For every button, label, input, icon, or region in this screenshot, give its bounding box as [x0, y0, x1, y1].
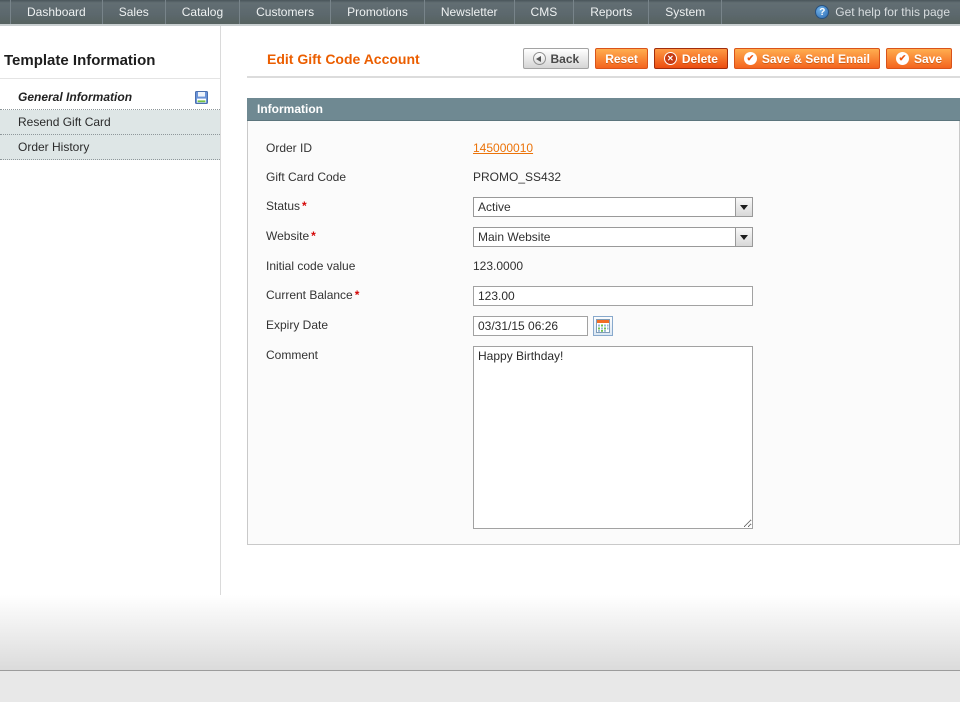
chevron-down-icon [735, 198, 752, 216]
check-circle-icon: ✔ [896, 52, 909, 65]
gift-card-code-label: Gift Card Code [266, 168, 473, 187]
nav-item-sales[interactable]: Sales [103, 0, 166, 24]
website-select[interactable]: Main Website [473, 227, 753, 247]
form-row-status: Status* Active [266, 197, 959, 217]
calendar-picker-button[interactable] [593, 316, 613, 336]
website-label: Website* [266, 227, 473, 247]
page-bottom-gradient [0, 595, 960, 670]
chevron-down-icon [735, 228, 752, 246]
nav-item-catalog[interactable]: Catalog [166, 0, 240, 24]
information-panel-header: Information [247, 98, 960, 121]
nav-item-dashboard[interactable]: Dashboard [10, 0, 103, 24]
required-marker: * [311, 229, 316, 243]
label-text: Gift Card Code [266, 170, 346, 184]
sidebar-item-label: Order History [18, 140, 89, 154]
calendar-icon [596, 319, 610, 333]
website-selected-value: Main Website [474, 228, 735, 246]
label-text: Expiry Date [266, 318, 328, 332]
information-fieldset: Order ID 145000010 Gift Card Code PROMO_… [247, 121, 960, 545]
floppy-save-icon [195, 91, 208, 104]
sidebar-item-general-information[interactable]: General Information [0, 85, 220, 110]
sidebar-item-label: Resend Gift Card [18, 115, 111, 129]
delete-button[interactable]: ✕ Delete [654, 48, 728, 69]
form-row-website: Website* Main Website [266, 227, 959, 247]
label-text: Status [266, 199, 300, 213]
main-content: Edit Gift Code Account Back Reset ✕ Dele… [221, 26, 960, 595]
label-text: Order ID [266, 141, 312, 155]
current-balance-input[interactable] [473, 286, 753, 306]
nav-item-cms[interactable]: CMS [515, 0, 575, 24]
expiry-date-input[interactable] [473, 316, 588, 336]
form-row-initial-code-value: Initial code value 123.0000 [266, 257, 959, 276]
check-circle-icon: ✔ [744, 52, 757, 65]
sidebar-item-label: General Information [18, 90, 132, 104]
expiry-date-label: Expiry Date [266, 316, 473, 336]
nav-item-customers[interactable]: Customers [240, 0, 331, 24]
save-button[interactable]: ✔ Save [886, 48, 952, 69]
status-select[interactable]: Active [473, 197, 753, 217]
gift-card-code-value: PROMO_SS432 [473, 168, 561, 187]
help-label: Get help for this page [835, 5, 950, 19]
help-link[interactable]: ? Get help for this page [815, 0, 950, 24]
footer-bar [0, 670, 960, 702]
comment-label: Comment [266, 346, 473, 529]
delete-x-icon: ✕ [664, 52, 677, 65]
order-id-label: Order ID [266, 139, 473, 158]
save-and-send-email-button[interactable]: ✔ Save & Send Email [734, 48, 880, 69]
sidebar-item-resend-gift-card[interactable]: Resend Gift Card [0, 110, 220, 135]
label-text: Comment [266, 348, 318, 362]
reset-button[interactable]: Reset [595, 48, 648, 69]
status-label: Status* [266, 197, 473, 217]
required-marker: * [355, 288, 360, 302]
nav-item-system[interactable]: System [649, 0, 722, 24]
nav-menu: Dashboard Sales Catalog Customers Promot… [0, 0, 722, 24]
nav-item-reports[interactable]: Reports [574, 0, 649, 24]
information-panel: Information Order ID 145000010 Gift Card… [247, 98, 960, 545]
action-buttons: Back Reset ✕ Delete ✔ Save & Send Email … [523, 48, 952, 69]
current-balance-label: Current Balance* [266, 286, 473, 306]
back-button-label: Back [551, 52, 580, 66]
back-button[interactable]: Back [523, 48, 590, 69]
nav-item-newsletter[interactable]: Newsletter [425, 0, 515, 24]
back-arrow-icon [533, 52, 546, 65]
label-text: Current Balance [266, 288, 353, 302]
content-header: Edit Gift Code Account Back Reset ✕ Dele… [247, 48, 960, 78]
comment-textarea[interactable]: Happy Birthday! [473, 346, 753, 529]
form-row-order-id: Order ID 145000010 [266, 139, 959, 158]
top-nav-bar: Dashboard Sales Catalog Customers Promot… [0, 0, 960, 26]
sidebar: Template Information General Information… [0, 26, 221, 595]
initial-code-value: 123.0000 [473, 257, 523, 276]
nav-item-promotions[interactable]: Promotions [331, 0, 425, 24]
form-row-gift-card-code: Gift Card Code PROMO_SS432 [266, 168, 959, 187]
sidebar-item-order-history[interactable]: Order History [0, 135, 220, 160]
label-text: Website [266, 229, 309, 243]
delete-button-label: Delete [682, 52, 718, 66]
page-title: Edit Gift Code Account [267, 51, 420, 67]
reset-button-label: Reset [605, 52, 638, 66]
order-id-link[interactable]: 145000010 [473, 139, 533, 158]
save-button-label: Save [914, 52, 942, 66]
sidebar-tabs: General Information Resend Gift Card Ord… [0, 85, 220, 160]
form-row-expiry-date: Expiry Date [266, 316, 959, 336]
save-send-email-label: Save & Send Email [762, 52, 870, 66]
form-row-comment: Comment Happy Birthday! [266, 346, 959, 529]
form-row-current-balance: Current Balance* [266, 286, 959, 306]
label-text: Initial code value [266, 259, 355, 273]
required-marker: * [302, 199, 307, 213]
panel-title: Information [257, 102, 323, 116]
question-circle-icon: ? [815, 5, 829, 19]
initial-code-value-label: Initial code value [266, 257, 473, 276]
sidebar-title: Template Information [0, 26, 220, 79]
status-selected-value: Active [474, 198, 735, 216]
